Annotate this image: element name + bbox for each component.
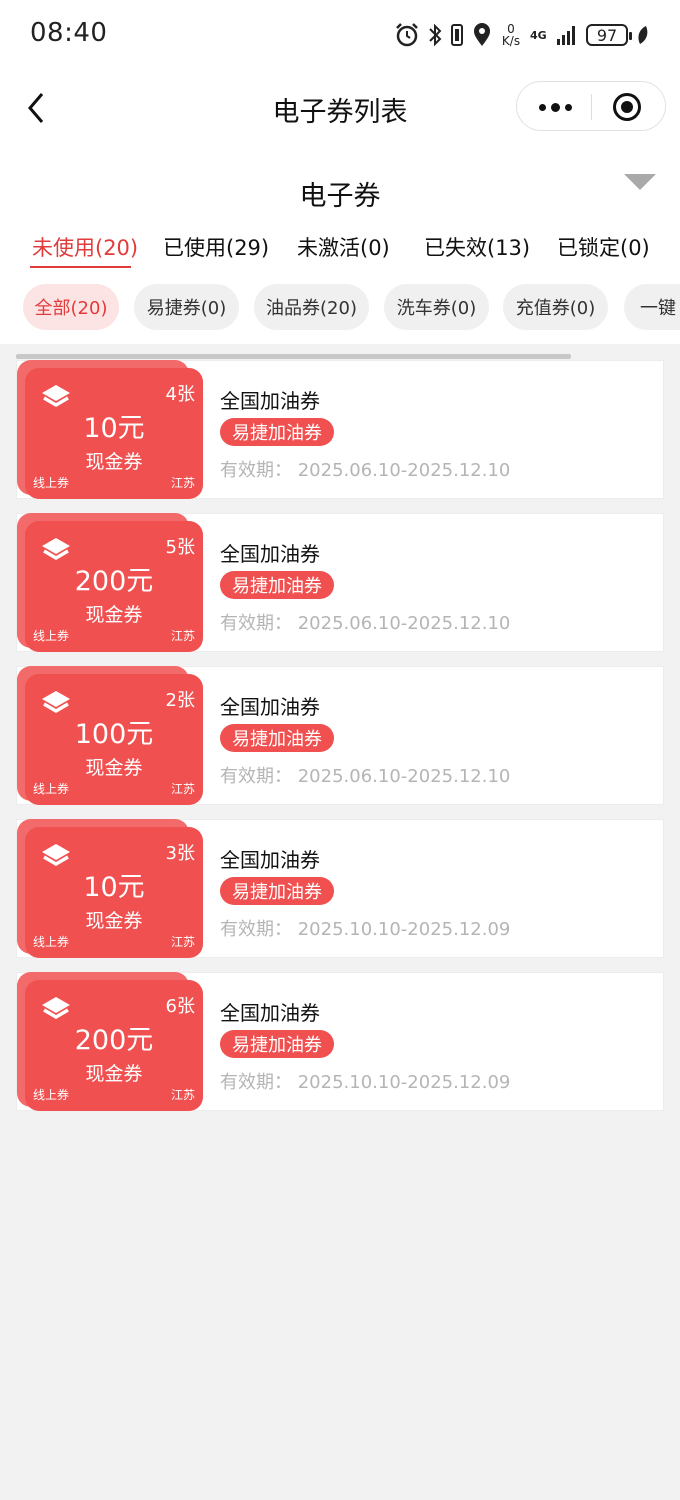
coupon-title: 全国加油券 — [220, 389, 320, 413]
coupon-stub: 4张 10元 现金券 线上券 江苏 — [25, 368, 203, 499]
coupon-count: 4张 — [165, 384, 195, 405]
mini-program-capsule — [516, 81, 666, 131]
coupon-tag: 易捷加油券 — [220, 571, 334, 599]
tab-unused[interactable]: 未使用(20) — [32, 232, 138, 262]
coupon-amount: 100元 — [74, 719, 154, 750]
status-tabs: 未使用(20) 已使用(29) 未激活(0) 已失效(13) 已锁定(0) — [0, 224, 680, 272]
coupon-count: 2张 — [165, 690, 195, 711]
coupon-count: 3张 — [165, 843, 195, 864]
nav-bar: 电子券列表 — [0, 70, 680, 146]
coupon-card[interactable]: 2张 100元 现金券 线上券 江苏 全国加油券 易捷加油券 有效期： 2025… — [16, 666, 664, 805]
validity-label: 有效期： — [220, 766, 292, 787]
tab-used[interactable]: 已使用(29) — [163, 232, 269, 262]
coupon-validity: 有效期： 2025.06.10-2025.12.10 — [220, 609, 510, 635]
coupon-type: 现金券 — [85, 757, 143, 779]
coupon-title: 全国加油券 — [220, 1001, 320, 1025]
dropdown-triangle-icon[interactable] — [624, 174, 656, 192]
validity-label: 有效期： — [220, 919, 292, 940]
coupon-count: 5张 — [165, 537, 195, 558]
coupon-title: 全国加油券 — [220, 695, 320, 719]
coupon-filter-header: 电子券 未使用(20) 已使用(29) 未激活(0) 已失效(13) 已锁定(0… — [0, 146, 680, 344]
coupon-title: 全国加油券 — [220, 542, 320, 566]
validity-label: 有效期： — [220, 460, 292, 481]
coupon-channel: 线上券 — [33, 935, 70, 949]
validity-range: 2025.10.10-2025.12.09 — [297, 1072, 511, 1093]
coupon-amount: 200元 — [74, 566, 154, 597]
coupon-channel: 线上券 — [33, 629, 70, 643]
coupon-tag: 易捷加油券 — [220, 724, 334, 752]
tab-active-indicator — [30, 266, 131, 268]
validity-label: 有效期： — [220, 1072, 292, 1093]
coupon-tag: 易捷加油券 — [220, 1030, 334, 1058]
chip-all[interactable]: 全部(20) — [23, 284, 119, 330]
coupon-stub: 3张 10元 现金券 线上券 江苏 — [25, 827, 203, 958]
validity-range: 2025.10.10-2025.12.09 — [297, 919, 511, 940]
coupon-type: 现金券 — [85, 910, 143, 932]
coupon-stub: 5张 200元 现金券 线上券 江苏 — [25, 521, 203, 652]
bluetooth-icon — [429, 23, 442, 47]
tab-locked[interactable]: 已锁定(0) — [557, 232, 650, 262]
status-bar: 08:40 0 K/s 4G 97 — [0, 0, 680, 70]
location-icon — [474, 23, 490, 46]
coupon-title: 全国加油券 — [220, 848, 320, 872]
chip-onekey[interactable]: 一键 — [624, 284, 680, 330]
coupon-type: 现金券 — [85, 1063, 143, 1085]
coupon-region: 江苏 — [170, 476, 195, 490]
status-time: 08:40 — [30, 18, 108, 48]
coupon-type: 现金券 — [85, 451, 143, 473]
chip-recharge[interactable]: 充值券(0) — [503, 284, 608, 330]
coupon-validity: 有效期： 2025.10.10-2025.12.09 — [220, 1068, 510, 1094]
signal-icon — [557, 26, 575, 45]
coupon-card[interactable]: 6张 200元 现金券 线上券 江苏 全国加油券 易捷加油券 有效期： 2025… — [16, 972, 664, 1111]
more-icon[interactable] — [535, 82, 575, 132]
chip-yijie[interactable]: 易捷券(0) — [134, 284, 239, 330]
coupon-stub: 2张 100元 现金券 线上券 江苏 — [25, 674, 203, 805]
coupon-channel: 线上券 — [33, 782, 70, 796]
alarm-icon — [396, 23, 418, 47]
coupon-validity: 有效期： 2025.06.10-2025.12.10 — [220, 762, 510, 788]
status-icons: 0 K/s 4G 97 — [394, 20, 650, 50]
coupon-tag: 易捷加油券 — [220, 877, 334, 905]
coupon-stub: 6张 200元 现金券 线上券 江苏 — [25, 980, 203, 1111]
validity-range: 2025.06.10-2025.12.10 — [297, 613, 511, 634]
coupon-amount: 200元 — [74, 1025, 154, 1056]
tab-inactive[interactable]: 未激活(0) — [297, 232, 390, 262]
coupon-region: 江苏 — [170, 782, 195, 796]
coupon-validity: 有效期： 2025.06.10-2025.12.10 — [220, 456, 510, 482]
coupon-card[interactable]: 5张 200元 现金券 线上券 江苏 全国加油券 易捷加油券 有效期： 2025… — [16, 513, 664, 652]
capsule-divider — [591, 94, 592, 120]
leaf-icon — [638, 26, 648, 44]
coupon-channel: 线上券 — [33, 476, 70, 490]
validity-range: 2025.06.10-2025.12.10 — [297, 460, 511, 481]
coupon-card[interactable]: 3张 10元 现金券 线上券 江苏 全国加油券 易捷加油券 有效期： 2025.… — [16, 819, 664, 958]
section-title: 电子券 — [299, 181, 381, 212]
category-chips: 全部(20) 易捷券(0) 油品券(20) 洗车券(0) 充值券(0) 一键 — [0, 284, 680, 332]
coupon-type: 现金券 — [85, 604, 143, 626]
coupon-amount: 10元 — [83, 413, 145, 444]
network-type: 4G — [530, 28, 547, 42]
coupon-region: 江苏 — [170, 935, 195, 949]
coupon-card[interactable]: 4张 10元 现金券 线上券 江苏 全国加油券 易捷加油券 有效期： 2025.… — [16, 360, 664, 499]
close-mini-program-icon[interactable] — [613, 93, 641, 121]
vibrate-icon — [451, 24, 463, 46]
coupon-region: 江苏 — [170, 1088, 195, 1102]
coupon-region: 江苏 — [170, 629, 195, 643]
tab-expired[interactable]: 已失效(13) — [424, 232, 530, 262]
chips-scrollbar[interactable] — [16, 354, 571, 359]
coupon-validity: 有效期： 2025.10.10-2025.12.09 — [220, 915, 510, 941]
validity-range: 2025.06.10-2025.12.10 — [297, 766, 511, 787]
chip-carwash[interactable]: 洗车券(0) — [384, 284, 489, 330]
coupon-tag: 易捷加油券 — [220, 418, 334, 446]
coupon-amount: 10元 — [83, 872, 145, 903]
chip-fuel[interactable]: 油品券(20) — [254, 284, 369, 330]
battery-icon: 97 — [586, 24, 632, 46]
validity-label: 有效期： — [220, 613, 292, 634]
coupon-count: 6张 — [165, 996, 195, 1017]
coupon-channel: 线上券 — [33, 1088, 70, 1102]
net-speed-unit: K/s — [501, 34, 521, 48]
net-speed: 0 K/s — [500, 23, 522, 47]
